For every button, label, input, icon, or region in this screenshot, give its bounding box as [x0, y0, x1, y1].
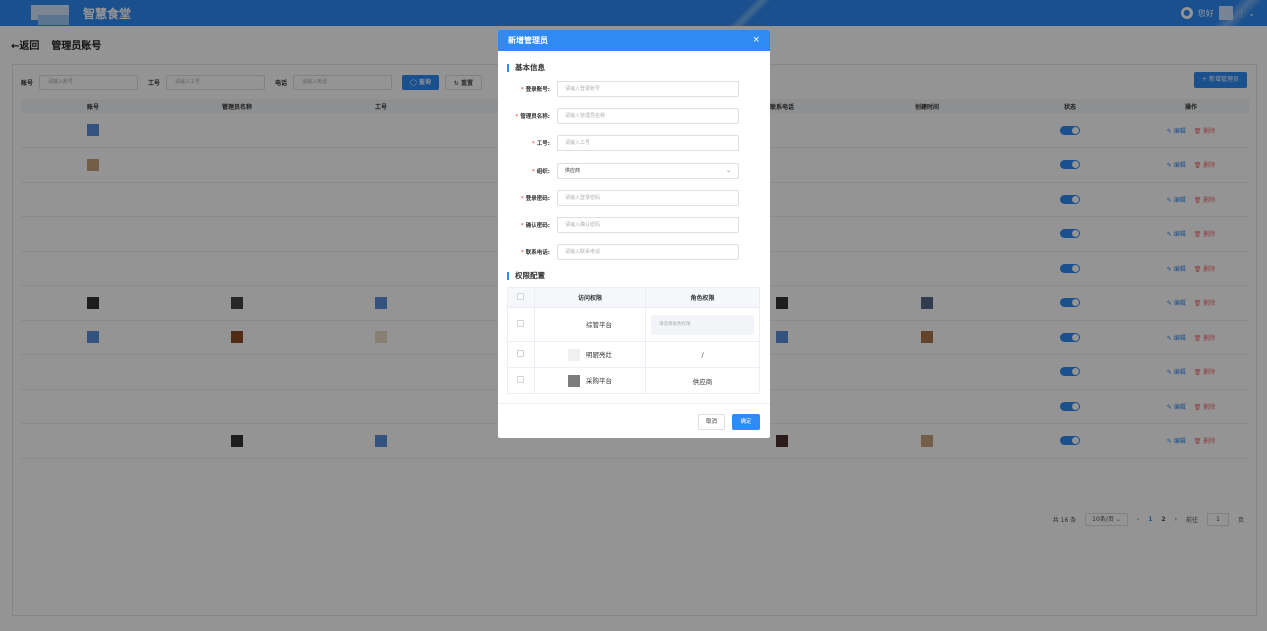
platform-cell: 明厨亮灶	[534, 341, 647, 368]
form-label: * 登录账号:	[521, 85, 550, 93]
form-label-text: 登录账号:	[525, 87, 550, 93]
basic-info-section-title: 基本信息	[507, 64, 545, 72]
col-access: 访问权限	[534, 287, 647, 308]
permission-section-title: 权限配置	[507, 272, 545, 280]
select-value: 供应商	[565, 168, 581, 174]
input-placeholder: 请输入确认密码	[565, 222, 601, 228]
close-icon[interactable]: ×	[752, 30, 760, 51]
row-checkbox[interactable]	[517, 350, 525, 357]
add-admin-dialog: 新增管理员 × 基本信息 * 登录账号: 请输入登录账号 * 管理员名称: 请输入管理员名…	[498, 30, 770, 438]
form-row: * 联系电话: 请输入联系电话	[498, 244, 770, 260]
checkbox-cell	[507, 307, 535, 342]
form-label: * 组织:	[532, 167, 550, 175]
platform-cell: 采购平台	[534, 367, 647, 394]
platform-icon	[567, 374, 580, 387]
form-label: * 确认密码:	[521, 221, 550, 229]
platform-icon	[567, 348, 580, 361]
organization-select[interactable]: 供应商 ⌄	[557, 163, 739, 179]
form-label: * 登录密码:	[521, 194, 550, 202]
chevron-down-icon: ⌄	[725, 167, 731, 174]
form-input[interactable]: 请输入联系电话	[557, 244, 739, 260]
form-input[interactable]: 请输入工号	[557, 135, 739, 151]
permission-row: 采购平台 供应商	[507, 367, 760, 394]
platform-icon	[567, 318, 580, 331]
input-placeholder: 请输入联系电话	[565, 249, 601, 255]
form-label-text: 登录密码:	[525, 196, 550, 202]
platform-name: 明厨亮灶	[585, 350, 612, 359]
platform-name: 综管平台	[585, 320, 612, 329]
form-label-text: 联系电话:	[525, 250, 550, 256]
dialog-title: 新增管理员	[508, 36, 548, 45]
required-mark: *	[531, 141, 535, 147]
checkbox-cell	[507, 367, 535, 394]
col-role: 角色权限	[645, 287, 760, 308]
form-label-text: 管理员名称:	[520, 114, 550, 120]
role-value: 供应商	[645, 367, 760, 394]
input-placeholder: 请输入管理员名称	[565, 113, 606, 119]
permission-row: 明厨亮灶 /	[507, 341, 760, 368]
form-row: * 管理员名称: 请输入管理员名称	[498, 108, 770, 124]
form-input[interactable]: 请输入登录账号	[557, 81, 739, 97]
form-label: * 管理员名称:	[515, 112, 550, 120]
row-checkbox[interactable]	[517, 376, 525, 383]
form-input[interactable]: 请输入管理员名称	[557, 108, 739, 124]
role-value: /	[645, 341, 760, 368]
form-row: * 确认密码: 请输入确认密码	[498, 217, 770, 233]
form-label-text: 工号:	[536, 141, 550, 147]
cancel-button[interactable]: 取消	[698, 414, 725, 430]
dialog-footer: 取消 确定	[498, 403, 770, 438]
required-mark: *	[531, 169, 535, 175]
select-all-checkbox[interactable]	[517, 293, 525, 300]
permission-row: 综管平台 请选择角色权限	[507, 307, 760, 342]
form-row: * 登录账号: 请输入登录账号	[498, 81, 770, 97]
form-row: * 登录密码: 请输入登录密码	[498, 190, 770, 206]
form-label-text: 确认密码:	[525, 223, 550, 229]
role-cell: 请选择角色权限	[645, 307, 760, 342]
form-row: * 工号: 请输入工号	[498, 135, 770, 151]
select-all-cell	[507, 287, 535, 308]
permission-table-header: 访问权限 角色权限	[507, 287, 760, 308]
required-mark: *	[520, 223, 524, 229]
checkbox-cell	[507, 341, 535, 368]
required-mark: *	[520, 196, 524, 202]
input-placeholder: 请输入登录密码	[565, 195, 601, 201]
required-mark: *	[520, 87, 524, 93]
form-input[interactable]: 请输入登录密码	[557, 190, 739, 206]
permission-table: 访问权限 角色权限 综管平台 请选择角色权限 明厨亮灶 / 采购平台 供应商	[507, 287, 760, 394]
form-label: * 工号:	[532, 139, 550, 147]
form-label: * 联系电话:	[521, 248, 550, 256]
required-mark: *	[515, 114, 519, 120]
input-placeholder: 请输入登录账号	[565, 86, 601, 92]
required-mark: *	[520, 250, 524, 256]
form-row: * 组织: 供应商 ⌄	[498, 163, 770, 179]
platform-cell: 综管平台	[534, 307, 647, 342]
form-label-text: 组织:	[536, 169, 550, 175]
role-select[interactable]: 请选择角色权限	[651, 314, 755, 335]
row-checkbox[interactable]	[517, 320, 525, 327]
input-placeholder: 请输入工号	[565, 140, 591, 146]
confirm-button[interactable]: 确定	[732, 414, 760, 430]
platform-name: 采购平台	[585, 376, 612, 385]
form-input[interactable]: 请输入确认密码	[557, 217, 739, 233]
dialog-header: 新增管理员 ×	[498, 30, 770, 51]
